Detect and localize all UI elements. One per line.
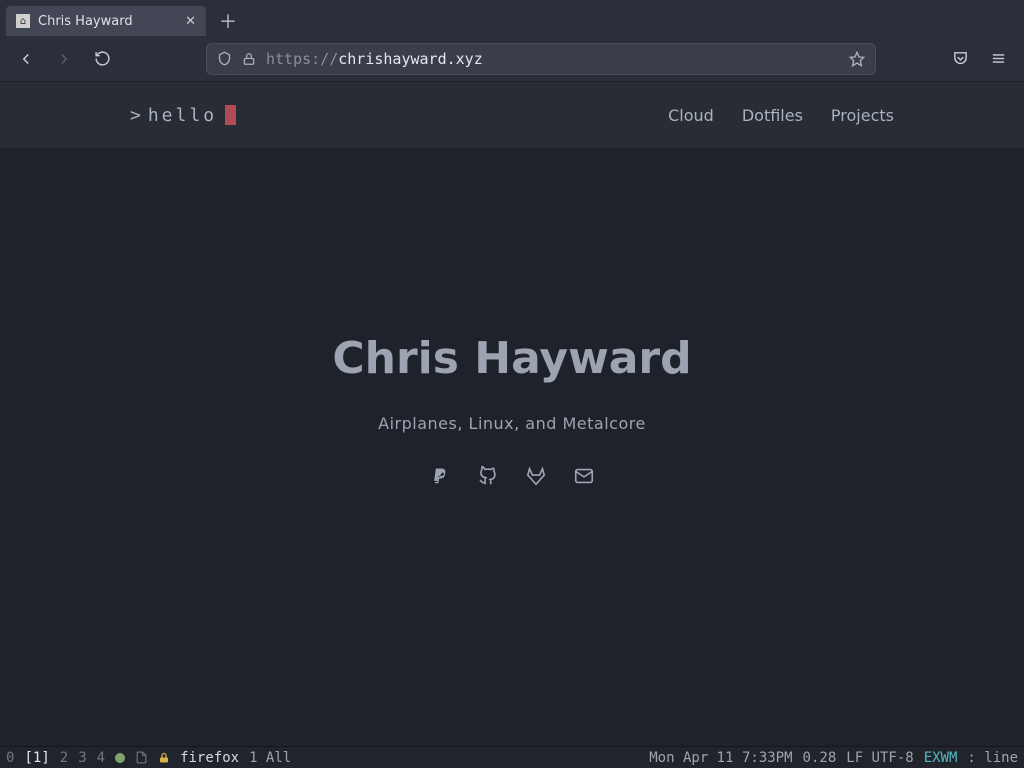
hero: Chris Hayward Airplanes, Linux, and Meta… <box>0 333 1024 487</box>
logo-text: hello <box>148 105 217 126</box>
site-logo[interactable]: > hello <box>130 105 236 126</box>
workspace-list: 0 [1] 2 3 4 <box>6 750 105 766</box>
buffer-name: firefox <box>180 750 239 766</box>
tab-title: Chris Hayward <box>38 14 177 29</box>
forward-button[interactable] <box>50 45 78 73</box>
modeline-line: : line <box>967 750 1018 766</box>
workspace-3[interactable]: 3 <box>78 750 86 766</box>
site-header: > hello Cloud Dotfiles Projects <box>0 82 1024 148</box>
tab-bar: ⌂ Chris Hayward ✕ ＋ <box>0 0 1024 36</box>
nav-link-cloud[interactable]: Cloud <box>668 106 714 125</box>
email-icon[interactable] <box>573 465 595 487</box>
emacs-modeline: 0 [1] 2 3 4 firefox 1 All Mon Apr 11 7:3… <box>0 746 1024 768</box>
logo-cursor <box>225 105 236 125</box>
app-menu-button[interactable] <box>984 45 1012 73</box>
workspace-0[interactable]: 0 <box>6 750 14 766</box>
url-bar[interactable]: https://chrishayward.xyz <box>206 43 876 75</box>
modeline-mode: EXWM <box>924 750 958 766</box>
pocket-button[interactable] <box>946 45 974 73</box>
nav-link-projects[interactable]: Projects <box>831 106 894 125</box>
page-content: > hello Cloud Dotfiles Projects Chris Ha… <box>0 82 1024 746</box>
nav-link-dotfiles[interactable]: Dotfiles <box>742 106 803 125</box>
buffer-position: 1 All <box>249 750 291 766</box>
logo-prefix: > <box>130 105 144 126</box>
readonly-lock-icon <box>158 751 170 765</box>
modeline-encoding: LF UTF-8 <box>846 750 913 766</box>
github-icon[interactable] <box>477 465 499 487</box>
bookmark-star-icon[interactable] <box>849 51 865 67</box>
url-text: https://chrishayward.xyz <box>266 50 839 68</box>
gitlab-icon[interactable] <box>525 465 547 487</box>
doc-icon <box>135 750 148 765</box>
browser-tab[interactable]: ⌂ Chris Hayward ✕ <box>6 6 206 36</box>
reload-button[interactable] <box>88 45 116 73</box>
workspace-1-wrap[interactable]: [1] <box>24 750 49 766</box>
hero-name: Chris Hayward <box>332 333 691 384</box>
browser-toolbar: https://chrishayward.xyz <box>0 36 1024 82</box>
back-button[interactable] <box>12 45 40 73</box>
hero-tagline: Airplanes, Linux, and Metalcore <box>378 414 646 433</box>
workspace-4[interactable]: 4 <box>97 750 105 766</box>
tracking-shield-icon[interactable] <box>217 51 232 66</box>
workspace-2[interactable]: 2 <box>60 750 68 766</box>
modeline-load: 0.28 <box>803 750 837 766</box>
close-tab-icon[interactable]: ✕ <box>185 14 196 29</box>
social-icons <box>429 465 595 487</box>
paypal-icon[interactable] <box>429 465 451 487</box>
site-nav: Cloud Dotfiles Projects <box>668 106 894 125</box>
new-tab-button[interactable]: ＋ <box>214 7 242 35</box>
status-dot-icon <box>115 753 125 763</box>
lock-icon[interactable] <box>242 52 256 66</box>
favicon-icon: ⌂ <box>16 14 30 28</box>
modeline-datetime: Mon Apr 11 7:33PM <box>649 750 792 766</box>
